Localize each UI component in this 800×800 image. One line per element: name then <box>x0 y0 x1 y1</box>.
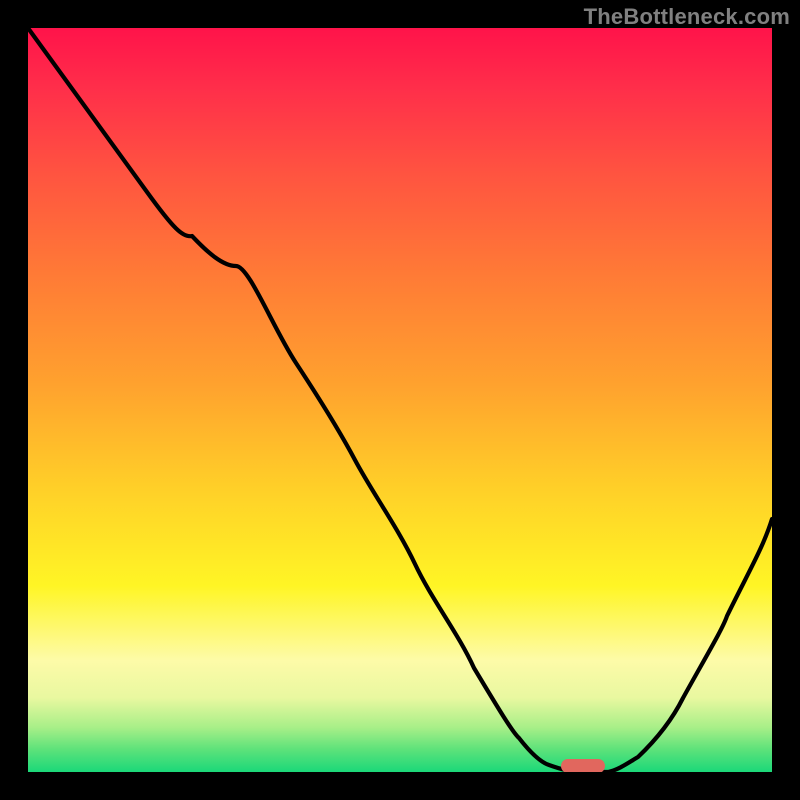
chart-frame: TheBottleneck.com <box>0 0 800 800</box>
bottleneck-curve <box>28 28 772 772</box>
plot-area <box>28 28 772 772</box>
sweet-spot-marker <box>561 759 605 772</box>
watermark-text: TheBottleneck.com <box>584 4 790 30</box>
